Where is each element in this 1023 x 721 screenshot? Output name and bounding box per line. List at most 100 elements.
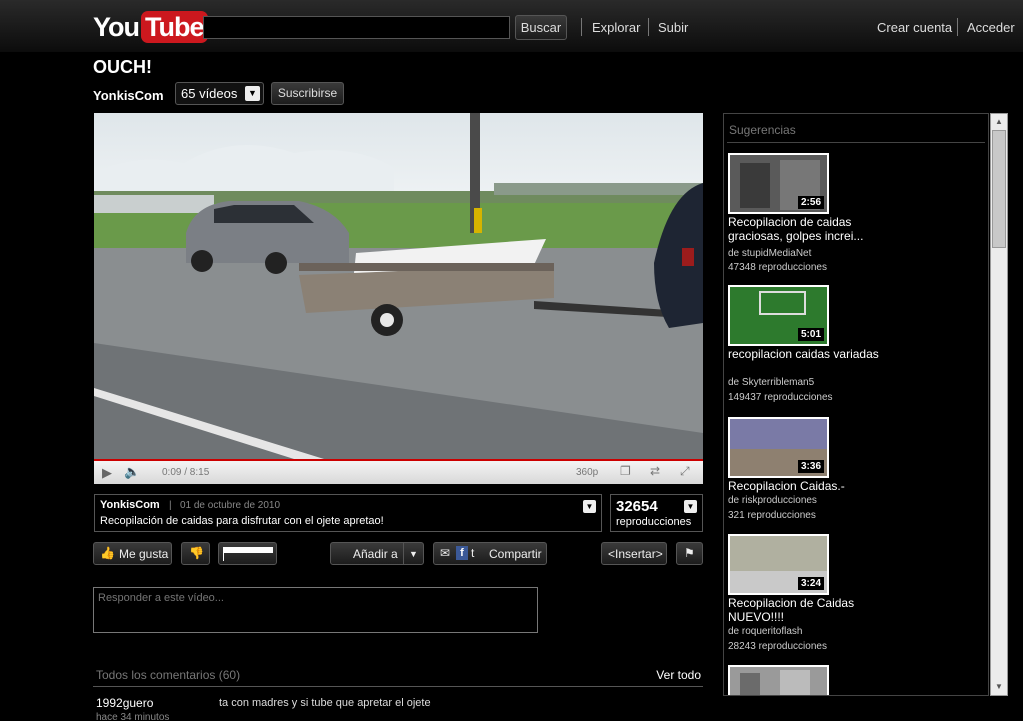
comment-author[interactable]: 1992guero [96, 696, 153, 710]
sign-in-link[interactable]: Acceder [967, 20, 1015, 35]
suggestion-item[interactable]: 3:24 Recopilacion de Caidas NUEVO!!!! de… [728, 534, 888, 659]
video-frame-image [94, 113, 703, 459]
video-description: Recopilación de caidas para disfrutar co… [100, 515, 384, 527]
like-label: Me gusta [119, 547, 169, 561]
embed-button[interactable]: <Insertar> [601, 542, 667, 565]
comments-header: Todos los comentarios (60) Ver todo [93, 665, 703, 687]
thumbs-up-icon: 👍 [100, 546, 115, 560]
suggestion-views: 321 reproducciones [728, 510, 816, 521]
expand-icon[interactable]: ⇄ [650, 464, 660, 478]
embed-label: <Insertar> [608, 547, 663, 561]
like-button[interactable]: 👍 Me gusta [93, 542, 172, 565]
flag-icon: ⚑ [684, 546, 695, 560]
ratings-bar [218, 542, 277, 565]
suggestion-title[interactable]: Recopilacion Caidas.- [728, 479, 888, 493]
suggestion-item[interactable]: 3:36 Recopilacion Caidas.- de riskproduc… [728, 417, 888, 527]
suggestion-author: de roqueritoflash [728, 626, 803, 637]
comment-text: ta con madres y si tube que apretar el o… [219, 697, 431, 709]
time-display: 0:09 / 8:15 [162, 467, 210, 478]
logo-you: You [93, 11, 140, 42]
player-controls: ▶ 🔈 0:09 / 8:15 360p ❐ ⇄ ⤢ [94, 459, 703, 484]
videos-count: 65 vídeos [181, 86, 238, 101]
add-to-label: Añadir a [353, 547, 398, 561]
suggestion-thumbnail[interactable] [728, 665, 829, 695]
button-divider [403, 543, 404, 564]
play-icon[interactable]: ▶ [102, 465, 112, 481]
search-button[interactable]: Buscar [515, 15, 567, 40]
chevron-down-icon[interactable]: ▼ [409, 549, 418, 559]
rating-bar-tick [223, 553, 224, 561]
suggestion-item[interactable]: 5:01 recopilacion caidas variadas de Sky… [728, 285, 888, 410]
share-label: Compartir [489, 547, 542, 561]
video-player[interactable] [94, 113, 703, 459]
nav-explore[interactable]: Explorar [592, 20, 640, 35]
scrollbar[interactable]: ▲ ▼ [990, 113, 1008, 696]
reply-textarea[interactable] [93, 587, 538, 633]
suggestion-thumbnail[interactable]: 3:24 [728, 534, 829, 595]
info-channel[interactable]: YonkisCom [100, 499, 160, 511]
scroll-thumb[interactable] [992, 130, 1006, 248]
nav-upload[interactable]: Subir [658, 20, 688, 35]
view-count: 32654 [616, 498, 658, 515]
thumbs-down-icon: 👎 [189, 546, 204, 560]
facebook-icon: f [456, 546, 468, 560]
suggestion-thumbnail[interactable]: 5:01 [728, 285, 829, 346]
youtube-logo[interactable]: You Tube [93, 10, 208, 44]
stats-dropdown-icon[interactable]: ▼ [684, 500, 697, 513]
duration-badge: 3:36 [797, 460, 824, 473]
top-bar: You Tube Buscar Explorar Subir Crear cue… [0, 0, 1023, 52]
nav-separator [957, 18, 958, 36]
dislike-button[interactable]: 👎 [181, 542, 210, 565]
info-separator: | [169, 500, 172, 511]
suggestion-title[interactable]: Recopilacion de Caidas NUEVO!!!! [728, 596, 888, 624]
popout-icon[interactable]: ❐ [620, 464, 631, 478]
video-title: OUCH! [93, 57, 152, 77]
suggestion-views: 149437 reproducciones [728, 392, 833, 403]
rating-bar-fill [223, 547, 273, 553]
divider [727, 142, 985, 143]
duration-badge: 3:24 [797, 577, 824, 590]
scroll-up-icon[interactable]: ▲ [993, 116, 1005, 128]
suggestion-author: de riskproducciones [728, 495, 817, 506]
suggestion-views: 47348 reproducciones [728, 262, 827, 273]
see-all-link[interactable]: Ver todo [656, 668, 701, 682]
channel-name[interactable]: YonkisCom [93, 88, 164, 103]
logo-tube: Tube [141, 11, 208, 43]
upload-date-text: 01 de octubre de 2010 [179, 500, 281, 511]
share-button[interactable]: ✉ f t Compartir [433, 542, 547, 565]
duration-badge: 5:01 [797, 328, 824, 341]
upload-date: | 01 de octubre de 2010 [169, 500, 280, 511]
video-info-box: YonkisCom | 01 de octubre de 2010 Recopi… [94, 494, 602, 532]
volume-icon[interactable]: 🔈 [124, 464, 140, 480]
search-input[interactable] [203, 16, 510, 39]
suggestion-views: 28243 reproducciones [728, 641, 827, 652]
suggestion-title[interactable]: recopilacion caidas variadas [728, 347, 888, 361]
expand-description-icon[interactable]: ▼ [583, 500, 596, 513]
channel-videos-dropdown[interactable]: 65 vídeos ▼ [175, 82, 264, 105]
suggestion-thumbnail[interactable]: 2:56 [728, 153, 829, 214]
view-count-label: reproducciones [616, 516, 692, 528]
scroll-down-icon[interactable]: ▼ [993, 681, 1005, 693]
comment-time: hace 34 minutos [96, 712, 170, 721]
suggestions-header: Sugerencias [729, 123, 796, 137]
duration-badge: 2:56 [797, 196, 824, 209]
create-account-link[interactable]: Crear cuenta [877, 20, 952, 35]
suggestion-item[interactable]: 2:56 Recopilacion de caidas graciosas, g… [728, 153, 888, 278]
email-icon: ✉ [440, 546, 451, 560]
nav-separator [581, 18, 582, 36]
subscribe-button[interactable]: Suscribirse [271, 82, 344, 105]
thumbnail-image [730, 667, 827, 695]
suggestion-author: de Skyterribleman5 [728, 377, 815, 388]
quality-selector[interactable]: 360p [576, 467, 598, 478]
comments-count-label: Todos los comentarios (60) [96, 668, 241, 682]
suggestion-title[interactable]: Recopilacion de caidas graciosas, golpes… [728, 215, 888, 243]
fullscreen-icon[interactable]: ⤢ [680, 464, 690, 479]
views-box: 32654 reproducciones ▼ [610, 494, 703, 532]
suggestion-author: de stupidMediaNet [728, 248, 812, 259]
add-to-button[interactable]: Añadir a ▼ [330, 542, 424, 565]
suggestion-thumbnail[interactable]: 3:36 [728, 417, 829, 478]
flag-button[interactable]: ⚑ [676, 542, 703, 565]
nav-separator [648, 18, 649, 36]
twitter-icon: t [471, 546, 475, 560]
chevron-down-icon: ▼ [245, 86, 260, 101]
